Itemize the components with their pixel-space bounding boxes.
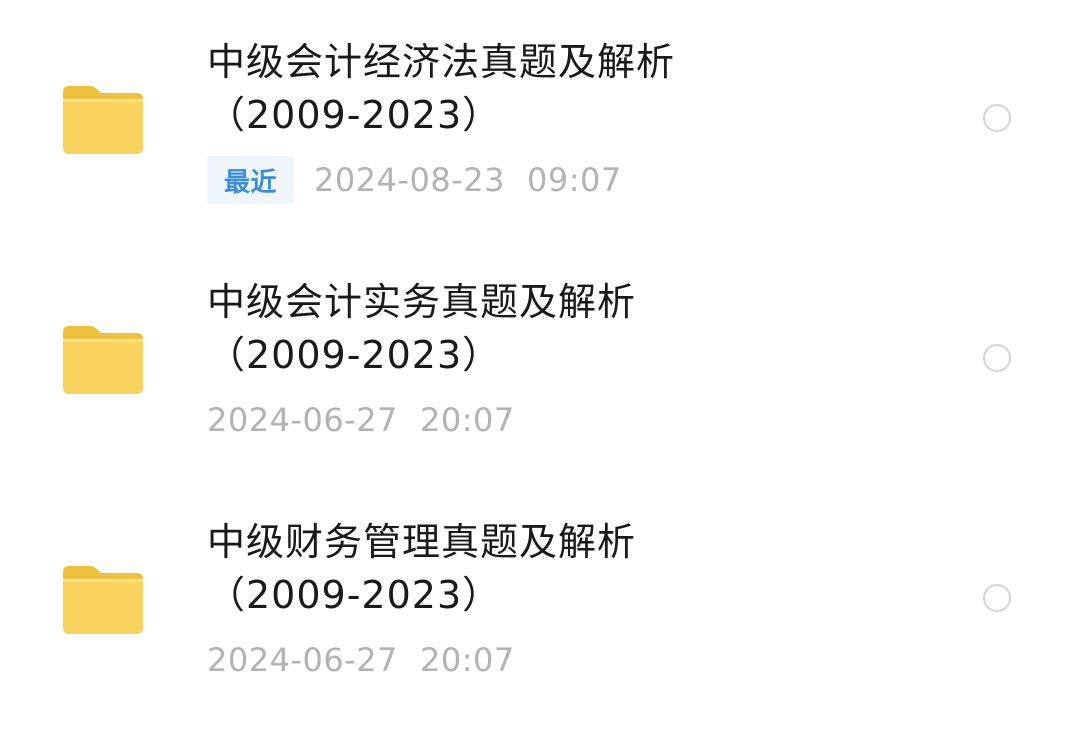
- file-meta: 最近 2024-08-23 09:07: [207, 155, 622, 205]
- modified-time: 20:07: [419, 641, 515, 679]
- file-meta: 2024-06-27 20:07: [207, 635, 515, 685]
- modified-date: 2024-06-27: [207, 641, 398, 679]
- select-radio-button[interactable]: [983, 584, 1011, 612]
- file-name-year-range: （2009-2023）: [207, 333, 502, 377]
- recent-badge: 最近: [207, 156, 295, 204]
- file-list-item[interactable]: 中级会计实务真题及解析 （2009-2023） 2024-06-27 20:07: [0, 240, 1080, 479]
- file-name: 中级会计经济法真题及解析 （2009-2023）: [207, 36, 887, 142]
- file-name: 中级会计实务真题及解析 （2009-2023）: [207, 276, 887, 382]
- file-name-line: 中级会计实务真题及解析: [207, 280, 637, 324]
- file-list-item[interactable]: 中级财务管理真题及解析 （2009-2023） 2024-06-27 20:07: [0, 480, 1080, 719]
- file-name-year-range: （2009-2023）: [207, 93, 502, 137]
- modified-time: 09:07: [526, 161, 622, 199]
- select-radio-button[interactable]: [983, 104, 1011, 132]
- file-meta: 2024-06-27 20:07: [207, 395, 515, 445]
- file-list-item[interactable]: 中级会计经济法真题及解析 （2009-2023） 最近 2024-08-23 0…: [0, 0, 1080, 239]
- modified-time: 20:07: [419, 401, 515, 439]
- modified-date: 2024-08-23: [314, 161, 505, 199]
- file-list: 中级会计经济法真题及解析 （2009-2023） 最近 2024-08-23 0…: [0, 0, 1080, 733]
- folder-icon: [60, 82, 146, 158]
- modified-date: 2024-06-27: [207, 401, 398, 439]
- file-name-year-range: （2009-2023）: [207, 573, 502, 617]
- folder-icon: [60, 322, 146, 398]
- file-name: 中级财务管理真题及解析 （2009-2023）: [207, 516, 887, 622]
- file-name-line: 中级会计经济法真题及解析: [207, 40, 676, 84]
- file-name-line: 中级财务管理真题及解析: [207, 520, 637, 564]
- folder-icon: [60, 562, 146, 638]
- select-radio-button[interactable]: [983, 344, 1011, 372]
